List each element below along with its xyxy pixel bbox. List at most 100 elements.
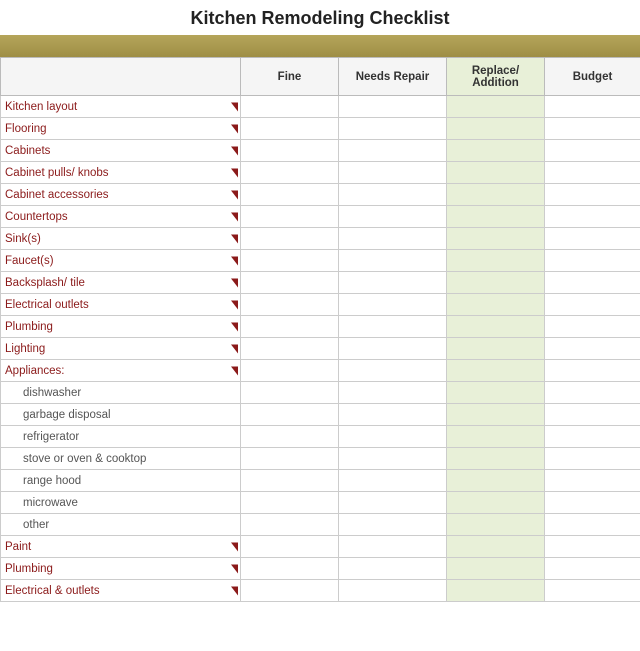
replace-cell: [447, 294, 545, 316]
repair-cell: [339, 206, 447, 228]
red-triangle-icon: [231, 190, 238, 199]
budget-cell: [545, 338, 640, 360]
fine-cell: [241, 580, 339, 602]
red-triangle-icon: [231, 366, 238, 375]
budget-cell: [545, 184, 640, 206]
item-cell: Sink(s): [1, 228, 241, 250]
repair-cell: [339, 492, 447, 514]
repair-cell: [339, 514, 447, 536]
red-triangle-icon: [231, 168, 238, 177]
repair-cell: [339, 426, 447, 448]
gold-bar: [0, 35, 640, 57]
budget-cell: [545, 536, 640, 558]
item-cell: other: [1, 514, 241, 536]
fine-cell: [241, 448, 339, 470]
table-row: other: [1, 514, 640, 536]
repair-cell: [339, 558, 447, 580]
red-triangle-icon: [231, 564, 238, 573]
item-cell: Electrical outlets: [1, 294, 241, 316]
replace-cell: [447, 492, 545, 514]
replace-cell: [447, 118, 545, 140]
budget-cell: [545, 96, 640, 118]
fine-cell: [241, 162, 339, 184]
item-cell: Kitchen layout: [1, 96, 241, 118]
red-triangle-icon: [231, 256, 238, 265]
table-row: Electrical & outlets: [1, 580, 640, 602]
page-container: Kitchen Remodeling Checklist Fine Needs …: [0, 0, 640, 602]
fine-cell: [241, 514, 339, 536]
replace-cell: [447, 228, 545, 250]
red-triangle-icon: [231, 212, 238, 221]
fine-cell: [241, 206, 339, 228]
item-cell: stove or oven & cooktop: [1, 448, 241, 470]
table-row: garbage disposal: [1, 404, 640, 426]
table-row: Countertops: [1, 206, 640, 228]
table-row: Cabinet pulls/ knobs: [1, 162, 640, 184]
table-row: Appliances:: [1, 360, 640, 382]
fine-cell: [241, 558, 339, 580]
fine-cell: [241, 470, 339, 492]
budget-cell: [545, 492, 640, 514]
red-triangle-icon: [231, 586, 238, 595]
repair-cell: [339, 404, 447, 426]
item-cell: Plumbing: [1, 558, 241, 580]
fine-cell: [241, 492, 339, 514]
repair-cell: [339, 448, 447, 470]
replace-cell: [447, 558, 545, 580]
budget-cell: [545, 206, 640, 228]
table-row: dishwasher: [1, 382, 640, 404]
budget-cell: [545, 558, 640, 580]
repair-cell: [339, 118, 447, 140]
red-triangle-icon: [231, 542, 238, 551]
red-triangle-icon: [231, 300, 238, 309]
replace-cell: [447, 426, 545, 448]
fine-cell: [241, 316, 339, 338]
table-row: Electrical outlets: [1, 294, 640, 316]
replace-cell: [447, 360, 545, 382]
repair-cell: [339, 184, 447, 206]
replace-cell: [447, 382, 545, 404]
header-replace: Replace/ Addition: [447, 58, 545, 96]
item-cell: Electrical & outlets: [1, 580, 241, 602]
replace-cell: [447, 316, 545, 338]
item-cell: Countertops: [1, 206, 241, 228]
budget-cell: [545, 382, 640, 404]
fine-cell: [241, 360, 339, 382]
checklist-body: Kitchen layoutFlooringCabinetsCabinet pu…: [1, 96, 640, 602]
fine-cell: [241, 96, 339, 118]
replace-cell: [447, 96, 545, 118]
red-triangle-icon: [231, 234, 238, 243]
table-row: stove or oven & cooktop: [1, 448, 640, 470]
budget-cell: [545, 448, 640, 470]
repair-cell: [339, 470, 447, 492]
budget-cell: [545, 360, 640, 382]
repair-cell: [339, 140, 447, 162]
budget-cell: [545, 250, 640, 272]
table-row: Backsplash/ tile: [1, 272, 640, 294]
table-row: Paint: [1, 536, 640, 558]
table-row: Faucet(s): [1, 250, 640, 272]
replace-cell: [447, 514, 545, 536]
table-row: microwave: [1, 492, 640, 514]
table-row: refrigerator: [1, 426, 640, 448]
fine-cell: [241, 250, 339, 272]
table-row: Cabinets: [1, 140, 640, 162]
repair-cell: [339, 250, 447, 272]
item-cell: Appliances:: [1, 360, 241, 382]
repair-cell: [339, 96, 447, 118]
red-triangle-icon: [231, 322, 238, 331]
replace-cell: [447, 404, 545, 426]
header-item: [1, 58, 241, 96]
table-row: Flooring: [1, 118, 640, 140]
red-triangle-icon: [231, 102, 238, 111]
item-cell: Paint: [1, 536, 241, 558]
table-row: Plumbing: [1, 558, 640, 580]
fine-cell: [241, 228, 339, 250]
item-cell: garbage disposal: [1, 404, 241, 426]
item-cell: Faucet(s): [1, 250, 241, 272]
item-cell: Flooring: [1, 118, 241, 140]
header-budget: Budget: [545, 58, 640, 96]
item-cell: Plumbing: [1, 316, 241, 338]
budget-cell: [545, 580, 640, 602]
repair-cell: [339, 580, 447, 602]
